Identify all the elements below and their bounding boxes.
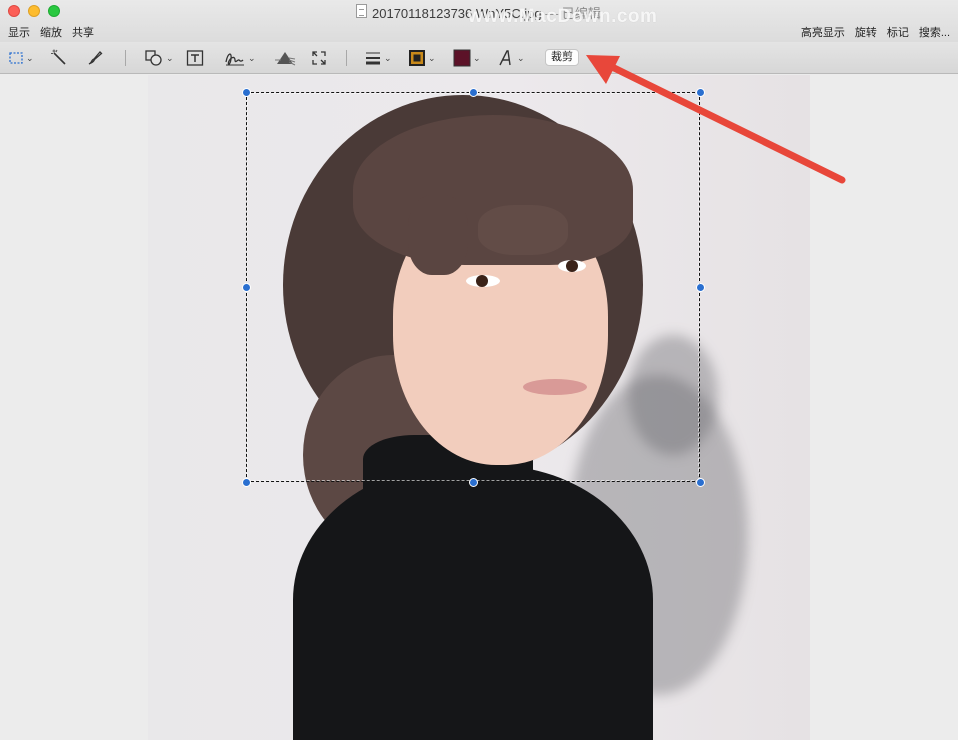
toolbar-divider bbox=[346, 50, 347, 66]
chevron-down-icon: ⌄ bbox=[166, 52, 174, 63]
zoom-window-button[interactable] bbox=[48, 5, 60, 17]
close-window-button[interactable] bbox=[8, 5, 20, 17]
toolbar-divider bbox=[125, 50, 126, 66]
selection-handle-top-left[interactable] bbox=[242, 88, 251, 97]
edit-controls: 高亮显示 旋转 标记 搜索... bbox=[801, 24, 950, 40]
prism-icon bbox=[275, 52, 296, 66]
font-icon bbox=[499, 50, 511, 66]
shapes-icon bbox=[145, 50, 162, 66]
pen-icon bbox=[88, 51, 103, 65]
chevron-down-icon: ⌄ bbox=[384, 52, 392, 63]
crop-button[interactable]: 裁剪 bbox=[545, 49, 579, 66]
rectangular-selection-tool[interactable]: ⌄ bbox=[8, 48, 34, 68]
annotation-arrow-icon bbox=[586, 55, 846, 184]
border-color-icon bbox=[409, 50, 425, 66]
text-tool[interactable] bbox=[186, 48, 204, 68]
chevron-down-icon: ⌄ bbox=[248, 52, 256, 63]
adjust-size-tool[interactable] bbox=[310, 48, 328, 68]
chevron-down-icon: ⌄ bbox=[428, 52, 436, 63]
text-box-icon bbox=[186, 50, 204, 66]
selection-handle-left[interactable] bbox=[242, 283, 251, 292]
watermark: www.MacDown.com bbox=[468, 6, 658, 27]
selection-handle-bottom[interactable] bbox=[469, 478, 478, 487]
search-button[interactable]: 搜索... bbox=[919, 24, 950, 40]
chevron-down-icon: ⌄ bbox=[26, 52, 34, 63]
lines-icon bbox=[366, 52, 380, 65]
view-controls: 显示 缩放 共享 bbox=[8, 24, 94, 40]
selection-handle-top[interactable] bbox=[469, 88, 478, 97]
rotate-button[interactable]: 旋转 bbox=[855, 24, 877, 40]
adjust-color-tool[interactable] bbox=[274, 48, 296, 68]
border-color-tool[interactable]: ⌄ bbox=[408, 48, 436, 68]
signature-icon bbox=[225, 53, 244, 66]
chevron-down-icon: ⌄ bbox=[517, 52, 525, 63]
markup-button[interactable]: 标记 bbox=[887, 24, 909, 40]
sign-tool[interactable]: ⌄ bbox=[224, 48, 256, 68]
shapes-tool[interactable]: ⌄ bbox=[144, 48, 174, 68]
zoom-menu-button[interactable]: 缩放 bbox=[40, 24, 62, 40]
minimize-window-button[interactable] bbox=[28, 5, 40, 17]
magic-wand-icon bbox=[51, 49, 66, 65]
selection-handle-bottom-left[interactable] bbox=[242, 478, 251, 487]
resize-icon bbox=[312, 51, 326, 65]
title-bar: 20170118123736 WnY5C.jpg — 已编辑 www.MacDo… bbox=[0, 0, 958, 42]
text-style-tool[interactable]: ⌄ bbox=[497, 48, 525, 68]
document-icon[interactable] bbox=[356, 4, 367, 18]
sketch-tool[interactable] bbox=[86, 48, 104, 68]
fill-color-tool[interactable]: ⌄ bbox=[453, 48, 481, 68]
share-menu-button[interactable]: 共享 bbox=[72, 24, 94, 40]
fill-color-icon bbox=[453, 49, 471, 67]
chevron-down-icon: ⌄ bbox=[473, 52, 481, 63]
dashed-rect-icon bbox=[9, 52, 23, 64]
selection-handle-right[interactable] bbox=[696, 283, 705, 292]
highlight-button[interactable]: 高亮显示 bbox=[801, 24, 845, 40]
selection-handle-bottom-right[interactable] bbox=[696, 478, 705, 487]
shape-style-tool[interactable]: ⌄ bbox=[364, 48, 392, 68]
view-menu-button[interactable]: 显示 bbox=[8, 24, 30, 40]
instant-alpha-tool[interactable] bbox=[50, 48, 68, 68]
